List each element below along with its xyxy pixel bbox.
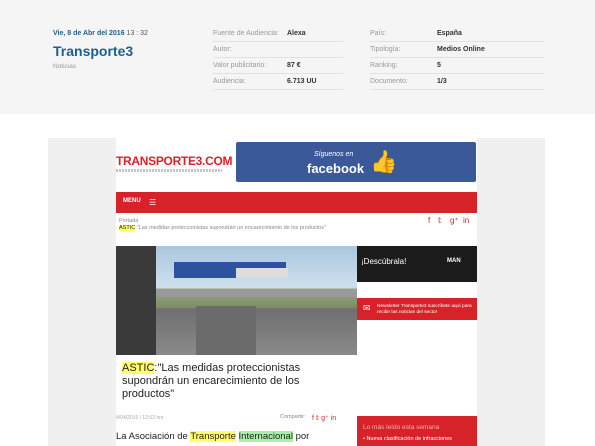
meta-value: España	[437, 30, 462, 37]
newsletter-banner[interactable]: ✉ Newsletter Transporte3 suscríbete aquí…	[357, 298, 477, 320]
article-byline: 4/04/2016 / 12:53 hrs	[116, 415, 164, 421]
title-highlight: ASTIC	[122, 362, 155, 374]
meta-label: Valor publicitario:	[213, 62, 267, 69]
meta-label: Tipología:	[370, 46, 401, 53]
man-truck-ad[interactable]: ¡Descúbrala! MAN	[357, 246, 477, 282]
ad-text: ¡Descúbrala!	[361, 257, 407, 266]
article-photo	[116, 246, 357, 355]
body-highlight: Transporte	[190, 431, 236, 442]
meta-label: Audiencia:	[213, 78, 246, 85]
twitter-icon[interactable]: 𝕥	[316, 415, 319, 422]
road-shape	[196, 306, 256, 355]
linkedin-icon[interactable]: in	[331, 415, 336, 422]
most-read-title-b: esta semana	[400, 424, 440, 431]
ad-brand: MAN	[447, 258, 461, 264]
breadcrumb: Portada ASTIC:"Las medidas proteccionist…	[119, 218, 369, 232]
meta-row-type: Tipología: Medios Online	[370, 42, 545, 58]
meta-value: Medios Online	[437, 46, 485, 53]
meta-label: Autor:	[213, 46, 232, 53]
body-text: La Asociación de	[116, 431, 191, 442]
article-title: ASTIC:"Las medidas proteccionistas supon…	[122, 362, 352, 401]
meta-label: País:	[370, 30, 386, 37]
meta-row-audience: Audiencia: 6.713 UU	[213, 74, 343, 90]
meta-row-source: Fuente de Audiencia: Alexa	[213, 26, 343, 42]
most-read-box: Lo más leído esta semana • Nueva clasifi…	[357, 416, 477, 446]
site-logo[interactable]: TRANSPORTE3.COM	[116, 154, 232, 168]
share-label: Compartir:	[280, 414, 306, 420]
logo-tagline	[116, 169, 222, 172]
facebook-banner[interactable]: Síguenos en facebook 👍	[236, 142, 476, 182]
twitter-icon[interactable]: 𝕥	[438, 216, 442, 225]
menu-bar[interactable]: MENU ☰	[116, 192, 477, 213]
facebook-icon[interactable]: f	[428, 216, 430, 225]
meta-value: 87 €	[287, 62, 301, 69]
google-plus-icon[interactable]: g⁺	[321, 415, 329, 422]
webpage-screenshot: TRANSPORTE3.COM Síguenos en facebook 👍 M…	[48, 138, 545, 446]
meta-right-column: País: España Tipología: Medios Online Rank…	[370, 26, 545, 90]
meta-row-document: Documento: 1/3	[370, 74, 545, 90]
report-header: Vie, 8 de Abr del 2016 13 : 32 Transport…	[0, 0, 595, 114]
body-highlight: Internacional	[238, 431, 293, 442]
breadcrumb-highlight: ASTIC	[119, 225, 136, 231]
most-read-item[interactable]: • Nueva clasificación de infracciones	[363, 436, 452, 442]
most-read-title-a: Lo más leído	[363, 424, 401, 431]
envelope-icon: ✉	[363, 303, 371, 313]
linkedin-icon[interactable]: in	[463, 216, 469, 225]
breadcrumb-current: :"Las medidas proteccionistas supondrán …	[135, 225, 326, 231]
meta-label: Documento:	[370, 78, 408, 85]
hamburger-icon[interactable]: ☰	[149, 198, 156, 207]
thumbs-up-icon: 👍	[370, 149, 398, 174]
meta-label: Ranking:	[370, 62, 398, 69]
body-text: por	[292, 431, 310, 442]
meta-label: Fuente de Audiencia:	[213, 30, 279, 37]
menu-label[interactable]: MENU	[123, 198, 141, 204]
google-plus-icon[interactable]: g⁺	[450, 216, 459, 225]
publication-date: Vie, 8 de Abr del 2016 13 : 32	[53, 30, 148, 37]
trailer-shape	[236, 268, 288, 278]
article-body: La Asociación de Transporte Internaciona…	[116, 431, 357, 442]
lorry-shape	[116, 246, 156, 355]
meta-left-column: Fuente de Audiencia: Alexa Autor: Valor p…	[213, 26, 343, 90]
meta-value: Alexa	[287, 30, 306, 37]
fb-name-text: facebook	[307, 161, 365, 176]
fb-follow-text: Síguenos en	[314, 151, 354, 158]
medium-name[interactable]: Transporte3	[53, 43, 133, 59]
breadcrumb-home[interactable]: Portada	[119, 218, 138, 224]
site-page: TRANSPORTE3.COM Síguenos en facebook 👍 M…	[116, 138, 477, 446]
time-text: 13 : 32	[126, 30, 148, 37]
meta-row-ranking: Ranking: 5	[370, 58, 545, 74]
facebook-icon[interactable]: f	[312, 415, 314, 422]
meta-value: 1/3	[437, 78, 447, 85]
date-text: Vie, 8 de Abr del 2016	[53, 30, 125, 37]
meta-row-country: País: España	[370, 26, 545, 42]
meta-value: 5	[437, 62, 441, 69]
section-label: Noticias	[53, 63, 77, 70]
meta-row-ad-value: Valor publicitario: 87 €	[213, 58, 343, 74]
most-read-title: Lo más leído esta semana	[363, 424, 439, 431]
share-icons[interactable]: f 𝕥 g⁺ in	[312, 414, 336, 422]
meta-row-author: Autor:	[213, 42, 343, 58]
newsletter-text: Newsletter Transporte3 suscríbete aquí p…	[377, 304, 472, 315]
meta-value: 6.713 UU	[287, 78, 317, 85]
